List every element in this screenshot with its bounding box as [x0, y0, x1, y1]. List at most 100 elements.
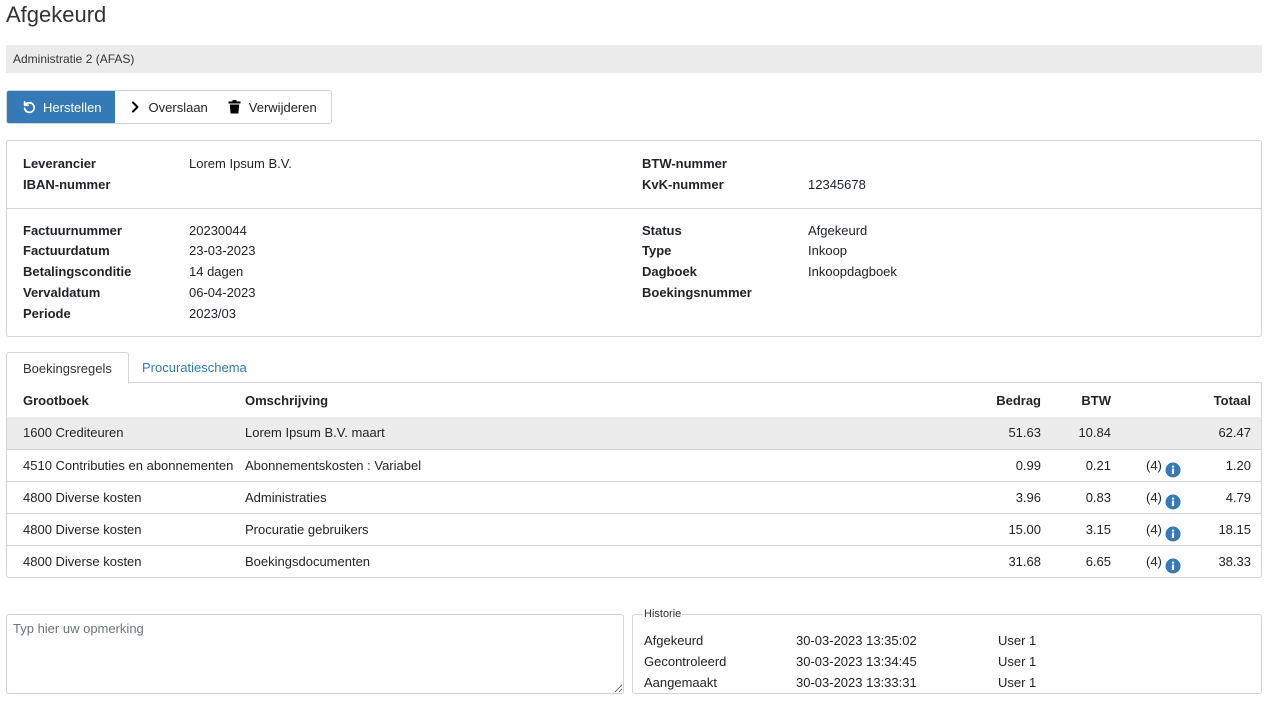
row-btw: 10.84 [1078, 425, 1111, 440]
dagboek-label: Dagboek [642, 264, 697, 279]
history-status: Afgekeurd [644, 633, 704, 648]
row-totaal: 62.47 [1218, 425, 1251, 440]
info-icon[interactable] [1165, 522, 1181, 542]
row-omschrijving: Administraties [245, 490, 327, 505]
betalingsconditie-label: Betalingsconditie [23, 264, 132, 279]
history-entry: Gecontroleerd 30-03-2023 13:34:45 User 1 [633, 654, 1261, 675]
factuurnummer-label: Factuurnummer [23, 223, 122, 238]
administration-bar: Administratie 2 (AFAS) [6, 45, 1262, 73]
section-divider [7, 208, 1261, 209]
info-icon[interactable] [1165, 554, 1181, 574]
tab-bar: Boekingsregels Procuratieschema [6, 352, 1262, 384]
remark-textarea[interactable] [6, 614, 624, 694]
row-omschrijving: Lorem Ipsum B.V. maart [245, 425, 385, 440]
history-legend: Historie [644, 608, 682, 620]
row-grootboek: 4510 Contributies en abonnementen [23, 458, 234, 473]
page-title: Afgekeurd [6, 2, 107, 27]
header-bedrag: Bedrag [996, 393, 1041, 408]
row-bedrag: 15.00 [1008, 522, 1041, 537]
boekingsnummer-label: Boekingsnummer [642, 285, 752, 300]
periode-value: 2023/03 [189, 306, 236, 321]
history-entry: Afgekeurd 30-03-2023 13:35:02 User 1 [633, 633, 1261, 654]
administration-label: Administratie 2 (AFAS) [13, 52, 135, 66]
trash-icon [227, 99, 243, 115]
row-bedrag: 31.68 [1008, 554, 1041, 569]
restore-button[interactable]: Herstellen [7, 91, 115, 123]
row-bedrag: 51.63 [1008, 425, 1041, 440]
factuurnummer-value: 20230044 [189, 223, 247, 238]
leverancier-label: Leverancier [23, 156, 96, 171]
status-value: Afgekeurd [808, 223, 868, 238]
tab-boekingsregels[interactable]: Boekingsregels [6, 352, 129, 384]
delete-label: Verwijderen [248, 99, 317, 115]
header-totaal: Totaal [1213, 393, 1251, 408]
history-datetime: 30-03-2023 13:35:02 [796, 633, 917, 648]
history-entry: Aangemaakt 30-03-2023 13:33:31 User 1 [633, 675, 1261, 696]
row-grootboek: 1600 Crediteuren [23, 425, 124, 440]
table-row[interactable]: 1600 Crediteuren Lorem Ipsum B.V. maart … [7, 417, 1261, 449]
row-omschrijving: Boekingsdocumenten [245, 554, 371, 569]
row-bedrag: 3.96 [1015, 490, 1041, 505]
tab-procuratieschema[interactable]: Procuratieschema [126, 352, 263, 383]
row-omschrijving: Abonnementskosten : Variabel [245, 458, 422, 473]
chevron-right-icon [127, 99, 143, 115]
row-totaal: 18.15 [1218, 522, 1251, 537]
header-grootboek: Grootboek [23, 393, 89, 408]
skip-button[interactable]: Overslaan [114, 91, 217, 123]
info-icon[interactable] [1165, 458, 1181, 478]
info-icon[interactable] [1165, 490, 1181, 510]
type-value: Inkoop [808, 243, 848, 258]
history-datetime: 30-03-2023 13:33:31 [796, 675, 917, 690]
row-grootboek: 4800 Diverse kosten [23, 490, 142, 505]
row-count: (4) [1146, 490, 1162, 505]
history-datetime: 30-03-2023 13:34:45 [796, 654, 917, 669]
periode-label: Periode [23, 306, 71, 321]
header-btw: BTW [1081, 393, 1111, 408]
table-row[interactable]: 4510 Contributies en abonnementen Abonne… [7, 449, 1261, 481]
status-label: Status [642, 223, 682, 238]
row-count: (4) [1146, 458, 1162, 473]
row-count: (4) [1146, 522, 1162, 537]
kvk-label: KvK-nummer [642, 177, 724, 192]
row-count: (4) [1146, 554, 1162, 569]
row-omschrijving: Procuratie gebruikers [245, 522, 369, 537]
table-row[interactable]: 4800 Diverse kosten Administraties 3.96 … [7, 481, 1261, 513]
factuurdatum-label: Factuurdatum [23, 243, 110, 258]
history-user: User 1 [998, 633, 1037, 648]
row-bedrag: 0.99 [1015, 458, 1041, 473]
history-status: Aangemaakt [644, 675, 717, 690]
invoice-details-card: Leverancier Lorem Ipsum B.V. IBAN-nummer… [6, 140, 1262, 337]
history-status: Gecontroleerd [644, 654, 727, 669]
row-btw: 0.21 [1085, 458, 1111, 473]
table-row[interactable]: 4800 Diverse kosten Procuratie gebruiker… [7, 513, 1261, 545]
row-totaal: 1.20 [1225, 458, 1251, 473]
history-user: User 1 [998, 675, 1037, 690]
row-grootboek: 4800 Diverse kosten [23, 554, 142, 569]
btw-number-label: BTW-nummer [642, 156, 727, 171]
row-btw: 6.65 [1085, 554, 1111, 569]
row-grootboek: 4800 Diverse kosten [23, 522, 142, 537]
header-omschrijving: Omschrijving [245, 393, 329, 408]
vervaldatum-value: 06-04-2023 [189, 285, 256, 300]
leverancier-value: Lorem Ipsum B.V. [189, 156, 292, 171]
restore-label: Herstellen [43, 99, 102, 115]
history-panel: Historie Afgekeurd 30-03-2023 13:35:02 U… [632, 608, 1262, 694]
delete-button[interactable]: Verwijderen [216, 91, 331, 123]
vervaldatum-label: Vervaldatum [23, 285, 101, 300]
factuurdatum-value: 23-03-2023 [189, 243, 256, 258]
history-user: User 1 [998, 654, 1037, 669]
booking-lines-table: Grootboek Omschrijving Bedrag BTW Totaal… [6, 383, 1262, 578]
betalingsconditie-value: 14 dagen [189, 264, 244, 279]
kvk-value: 12345678 [808, 177, 866, 192]
skip-label: Overslaan [148, 99, 208, 115]
type-label: Type [642, 243, 672, 258]
dagboek-value: Inkoopdagboek [808, 264, 897, 279]
row-btw: 3.15 [1085, 522, 1111, 537]
undo-icon [21, 99, 37, 115]
table-row[interactable]: 4800 Diverse kosten Boekingsdocumenten 3… [7, 545, 1261, 577]
row-btw: 0.83 [1085, 490, 1111, 505]
row-totaal: 4.79 [1225, 490, 1251, 505]
row-totaal: 38.33 [1218, 554, 1251, 569]
table-header-row: Grootboek Omschrijving Bedrag BTW Totaal [7, 383, 1261, 417]
action-toolbar: Herstellen Overslaan Verwijderen [6, 90, 332, 124]
